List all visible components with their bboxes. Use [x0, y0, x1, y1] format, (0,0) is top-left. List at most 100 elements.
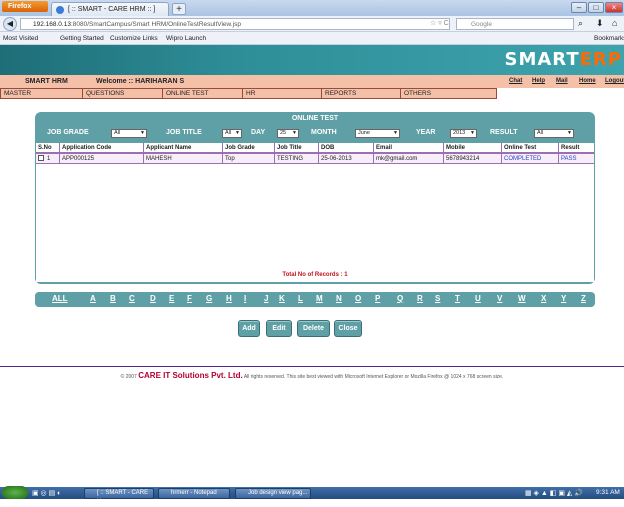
- total-records: Total No of Records : 1: [282, 272, 348, 278]
- year-label: YEAR: [416, 129, 436, 136]
- col-job-title: Job Title: [275, 143, 319, 153]
- alpha-link-j[interactable]: J: [264, 294, 268, 303]
- alpha-link-k[interactable]: K: [279, 294, 285, 303]
- menu-online-test[interactable]: ONLINE TEST: [163, 89, 243, 98]
- delete-button[interactable]: Delete: [297, 320, 330, 337]
- alpha-link-m[interactable]: M: [316, 294, 323, 303]
- close-window-button[interactable]: ×: [605, 2, 623, 13]
- taskbar-job-design[interactable]: Job design view pag...: [235, 488, 311, 499]
- menu-reports[interactable]: REPORTS: [322, 89, 401, 98]
- alpha-link-r[interactable]: R: [417, 294, 423, 303]
- month-select[interactable]: June: [355, 129, 400, 138]
- back-arrow-icon[interactable]: ◀: [3, 17, 17, 31]
- row-sno: 1: [36, 154, 60, 164]
- start-button[interactable]: [2, 486, 28, 499]
- search-input[interactable]: Google: [456, 18, 574, 30]
- minimize-button[interactable]: –: [571, 2, 587, 13]
- alpha-link-f[interactable]: F: [187, 294, 192, 303]
- alpha-link-g[interactable]: G: [206, 294, 212, 303]
- download-icon[interactable]: ⬇: [596, 18, 604, 29]
- alpha-link-b[interactable]: B: [110, 294, 116, 303]
- alpha-link-x[interactable]: X: [541, 294, 546, 303]
- alpha-link-s[interactable]: S: [435, 294, 440, 303]
- alpha-link-y[interactable]: Y: [561, 294, 566, 303]
- alpha-link-p[interactable]: P: [375, 294, 380, 303]
- col-online-test: Online Test: [502, 143, 559, 153]
- result-select[interactable]: All: [534, 129, 574, 138]
- chat-link[interactable]: Chat: [509, 75, 522, 88]
- new-tab-button[interactable]: +: [172, 3, 186, 15]
- alpha-link-o[interactable]: O: [355, 294, 361, 303]
- close-button[interactable]: Close: [334, 320, 362, 337]
- logout-link[interactable]: Logout: [605, 75, 624, 88]
- job-grade-label: JOB GRADE: [47, 129, 89, 136]
- alpha-link-a[interactable]: A: [90, 294, 96, 303]
- col-result: Result: [561, 145, 580, 151]
- menu-others[interactable]: OTHERS: [401, 89, 496, 98]
- search-icon[interactable]: ⌕: [578, 18, 583, 29]
- alpha-link-i[interactable]: I: [244, 294, 246, 303]
- quick-launch-icons[interactable]: ▣ ◎ ▤ ◐: [32, 489, 80, 498]
- alpha-link-c[interactable]: C: [129, 294, 135, 303]
- col-dob: DOB: [319, 143, 374, 153]
- job-title-label: JOB TITLE: [166, 129, 202, 136]
- table-row[interactable]: 1 APP000125 MAHESH Top TESTING 25-06-201…: [36, 153, 594, 164]
- browser-tab[interactable]: [ :: SMART - CARE HRM :: ]: [51, 2, 169, 16]
- alpha-link-z[interactable]: Z: [581, 294, 586, 303]
- footer-divider: [0, 366, 624, 367]
- alpha-link-q[interactable]: Q: [397, 294, 403, 303]
- col-email: Email: [374, 143, 444, 153]
- footer-company: CARE IT Solutions Pvt. Ltd.: [138, 371, 243, 380]
- row-applicant-name: MAHESH: [144, 154, 223, 164]
- alpha-link-d[interactable]: D: [150, 294, 156, 303]
- alpha-link-w[interactable]: W: [518, 294, 526, 303]
- user-bar: SMART HRM Welcome :: HARIHARAN S Chat He…: [0, 75, 624, 88]
- mail-link[interactable]: Mail: [556, 75, 568, 88]
- home-icon[interactable]: ⌂: [612, 18, 617, 28]
- alpha-link-l[interactable]: L: [298, 294, 303, 303]
- footer: © 2007 CARE IT Solutions Pvt. Ltd. All r…: [0, 371, 624, 380]
- taskbar-firefox[interactable]: [ :: SMART - CARE H...: [84, 488, 154, 505]
- col-application-code: Application Code: [60, 143, 144, 153]
- maximize-button[interactable]: □: [588, 2, 604, 13]
- url-path: :8080/SmartCampus/Smart HRM/OnlineTestRe…: [70, 21, 241, 28]
- help-link[interactable]: Help: [532, 75, 545, 88]
- day-select[interactable]: 25: [277, 129, 299, 138]
- bookmarks-menu[interactable]: Bookmarks: [594, 32, 624, 45]
- row-sno-value: 1: [47, 156, 51, 162]
- address-bar[interactable]: 192.168.0.13:8080/SmartCampus/Smart HRM/…: [20, 18, 450, 30]
- row-online-test[interactable]: COMPLETED: [502, 154, 559, 164]
- main-menu: MASTER QUESTIONS ONLINE TEST HR REPORTS …: [0, 88, 497, 99]
- year-select[interactable]: 2013: [450, 129, 477, 138]
- alpha-link-t[interactable]: T: [455, 294, 460, 303]
- menu-master[interactable]: MASTER: [1, 89, 83, 98]
- bookmark-getting-started[interactable]: Getting Started: [60, 32, 104, 45]
- menu-hr[interactable]: HR: [243, 89, 322, 98]
- alpha-link-n[interactable]: N: [336, 294, 342, 303]
- home-link[interactable]: Home: [579, 75, 596, 88]
- alpha-link-all[interactable]: ALL: [52, 294, 68, 303]
- edit-button[interactable]: Edit: [266, 320, 292, 337]
- tab-title: [ :: SMART - CARE HRM :: ]: [68, 6, 156, 13]
- firefox-menu-button[interactable]: Firefox: [2, 1, 48, 12]
- alpha-link-e[interactable]: E: [169, 294, 174, 303]
- row-result[interactable]: PASS: [559, 154, 594, 164]
- alpha-link-h[interactable]: H: [226, 294, 232, 303]
- bookmark-wipro-launch[interactable]: Wipro Launch: [166, 32, 206, 45]
- bookmark-customize-links[interactable]: Customize Links: [110, 32, 158, 45]
- system-tray-icons[interactable]: ▦ ◈ ▲ ◧ ▣ ◭ 🔊: [525, 489, 583, 497]
- row-checkbox[interactable]: [38, 155, 44, 162]
- add-button[interactable]: Add: [238, 320, 260, 337]
- job-grade-select[interactable]: All: [111, 129, 147, 138]
- menu-questions[interactable]: QUESTIONS: [83, 89, 163, 98]
- day-label: DAY: [251, 129, 266, 136]
- footer-note: All rights reserved. This site best view…: [243, 374, 504, 380]
- taskbar-notepad[interactable]: hrmerr - Notepad: [158, 488, 230, 499]
- job-title-select[interactable]: All: [222, 129, 242, 138]
- row-email: mk@gmail.com: [374, 154, 444, 164]
- star-icon[interactable]: ☆ ▿ C: [430, 19, 449, 27]
- alpha-link-v[interactable]: V: [497, 294, 502, 303]
- alpha-link-u[interactable]: U: [475, 294, 481, 303]
- bookmark-most-visited[interactable]: Most Visited: [3, 32, 38, 45]
- logo-accent: ERP: [579, 49, 622, 70]
